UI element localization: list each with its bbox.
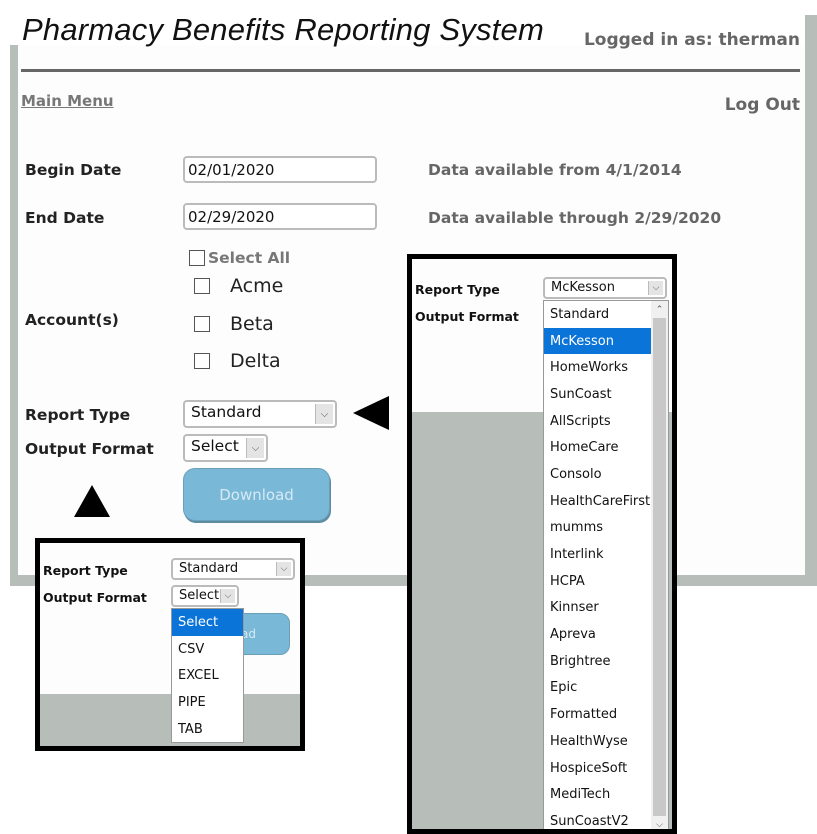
begin-date-note: Data available from 4/1/2014 xyxy=(428,161,682,179)
output-format-dropdown[interactable]: Select CSV EXCEL PIPE TAB xyxy=(171,608,244,744)
callout-arrow-left-icon xyxy=(353,396,389,430)
logout-link[interactable]: Log Out xyxy=(725,95,800,115)
inset-report-type-value: McKesson xyxy=(551,280,615,295)
account-item-beta[interactable]: Beta xyxy=(194,313,274,335)
output-format-option[interactable]: TAB xyxy=(172,716,243,743)
output-format-label: Output Format xyxy=(25,440,154,458)
report-type-dropdown[interactable]: Standard McKesson HomeWorks SunCoast AllScri… xyxy=(543,300,669,830)
chevron-up-icon[interactable]: ⌃ xyxy=(651,301,668,318)
select-all-row[interactable]: Select All xyxy=(189,249,290,267)
end-date-label: End Date xyxy=(25,209,105,227)
inset-report-type: Report Type McKesson ⌵ Output Format Sta… xyxy=(407,254,677,834)
report-type-option[interactable]: Epic xyxy=(544,675,651,702)
inset-report-type-select[interactable]: Standard ⌵ xyxy=(171,558,295,580)
app-title: Pharmacy Benefits Reporting System xyxy=(22,12,544,47)
account-checkbox[interactable] xyxy=(194,353,210,369)
inset-report-type-label: Report Type xyxy=(43,563,128,578)
report-type-options: Standard McKesson HomeWorks SunCoast AllScri… xyxy=(544,301,651,829)
report-type-option[interactable]: HealthWyse xyxy=(544,728,651,755)
dropdown-scrollbar[interactable]: ⌃ ⌵ xyxy=(651,301,668,830)
accounts-label: Account(s) xyxy=(25,311,119,329)
chevron-down-icon[interactable]: ⌵ xyxy=(315,404,333,424)
output-format-option[interactable]: Select xyxy=(172,609,243,636)
report-type-select[interactable]: Standard ⌵ xyxy=(183,400,337,428)
report-type-option[interactable]: MediTech xyxy=(544,781,651,808)
begin-date-input[interactable]: 02/01/2020 xyxy=(183,156,377,183)
report-type-value: Standard xyxy=(191,403,262,421)
select-all-checkbox[interactable] xyxy=(189,250,205,266)
end-date-note: Data available through 2/29/2020 xyxy=(428,209,722,227)
account-label: Beta xyxy=(230,313,274,335)
report-type-option[interactable]: Brightree xyxy=(544,648,651,675)
output-format-option[interactable]: CSV xyxy=(172,636,243,663)
download-button[interactable]: Download xyxy=(183,468,330,521)
account-label: Delta xyxy=(230,350,281,372)
output-format-option[interactable]: EXCEL xyxy=(172,662,243,689)
account-item-delta[interactable]: Delta xyxy=(194,350,281,372)
chevron-down-icon[interactable]: ⌵ xyxy=(220,589,235,603)
output-format-value: Select xyxy=(191,437,239,455)
report-type-option[interactable]: McKesson xyxy=(544,327,651,355)
inset-output-format-label: Output Format xyxy=(43,590,147,605)
chevron-down-icon[interactable]: ⌵ xyxy=(648,281,663,295)
report-type-option[interactable]: Interlink xyxy=(544,541,651,568)
inset-report-type-select[interactable]: McKesson ⌵ xyxy=(543,277,667,299)
report-type-option[interactable]: Formatted xyxy=(544,701,651,728)
report-type-option[interactable]: mumms xyxy=(544,515,651,542)
header-divider xyxy=(21,69,800,72)
report-type-option[interactable]: AllScripts xyxy=(544,408,651,435)
select-all-label: Select All xyxy=(208,249,291,267)
report-type-option[interactable]: HealthCareFirst xyxy=(544,488,651,515)
output-format-option[interactable]: PIPE xyxy=(172,689,243,716)
account-label: Acme xyxy=(230,275,284,297)
report-type-option[interactable]: SunCoastV2 xyxy=(544,808,651,829)
account-item-acme[interactable]: Acme xyxy=(194,275,283,297)
chevron-down-icon[interactable]: ⌵ xyxy=(246,438,264,458)
inset-output-format-label: Output Format xyxy=(415,309,519,324)
report-type-option[interactable]: HospiceSoft xyxy=(544,755,651,782)
account-checkbox[interactable] xyxy=(194,316,210,332)
chevron-down-icon[interactable]: ⌵ xyxy=(651,816,668,830)
report-type-option[interactable]: Standard xyxy=(544,301,651,328)
main-menu-link[interactable]: Main Menu xyxy=(21,92,114,110)
inset-output-format: Report Type Standard ⌵ Output Format Sel… xyxy=(35,538,305,751)
chevron-down-icon[interactable]: ⌵ xyxy=(276,562,291,576)
inset-frame-band xyxy=(40,694,300,746)
report-type-option[interactable]: Kinnser xyxy=(544,595,651,622)
output-format-select[interactable]: Select ⌵ xyxy=(183,434,268,462)
inset-report-type-value: Standard xyxy=(179,561,239,576)
report-type-option[interactable]: HCPA xyxy=(544,568,651,595)
callout-arrow-up-icon xyxy=(74,485,110,517)
inset-output-format-select[interactable]: Select ⌵ xyxy=(171,585,239,607)
frame-right xyxy=(805,15,817,585)
scrollbar-thumb[interactable] xyxy=(653,318,666,816)
report-type-option[interactable]: HomeCare xyxy=(544,434,651,461)
frame-left xyxy=(10,45,18,585)
logged-in-user: Logged in as: therman xyxy=(583,30,800,50)
inset-report-type-label: Report Type xyxy=(415,282,500,297)
inset-output-format-value: Select xyxy=(179,588,220,603)
report-type-label: Report Type xyxy=(25,406,131,424)
end-date-input[interactable]: 02/29/2020 xyxy=(183,203,377,230)
begin-date-label: Begin Date xyxy=(25,161,122,179)
report-type-option[interactable]: SunCoast xyxy=(544,381,651,408)
account-checkbox[interactable] xyxy=(194,278,210,294)
report-type-option[interactable]: Consolo xyxy=(544,461,651,488)
report-type-option[interactable]: HomeWorks xyxy=(544,354,651,381)
report-type-option[interactable]: Apreva xyxy=(544,621,651,648)
